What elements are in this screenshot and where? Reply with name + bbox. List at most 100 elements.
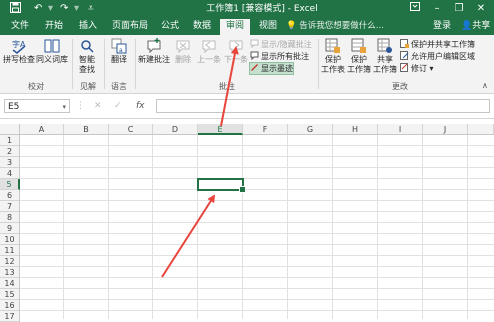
next-comment-button[interactable]: 下一条 <box>223 38 249 65</box>
row-header-8[interactable]: 8 <box>0 212 20 223</box>
show-hide-comment-label: 显示/隐藏批注 <box>261 40 312 49</box>
cancel-icon[interactable]: ✕ <box>94 99 102 113</box>
row-header-9[interactable]: 9 <box>0 223 20 234</box>
track-changes-icon <box>400 63 408 72</box>
track-changes-label: 修订 <box>411 64 427 73</box>
column-header-g[interactable]: G <box>288 124 333 135</box>
smart-lookup-label-2: 查找 <box>79 65 95 74</box>
cell-grid[interactable] <box>20 135 494 319</box>
row-header-17[interactable]: 17 <box>0 311 20 322</box>
row-header-15[interactable]: 15 <box>0 289 20 300</box>
enter-icon[interactable]: ✓ <box>114 99 122 113</box>
previous-comment-button[interactable]: 上一条 <box>196 38 222 65</box>
collapse-ribbon-icon[interactable]: ∧ <box>482 81 488 90</box>
tab-review[interactable]: 审阅 <box>220 19 250 35</box>
column-header-d[interactable]: D <box>153 124 198 135</box>
column-header-e[interactable]: E <box>198 124 243 135</box>
row-header-1[interactable]: 1 <box>0 135 20 146</box>
thesaurus-button[interactable]: 同义词库 <box>36 38 68 65</box>
smart-lookup-button[interactable]: 智能 查找 <box>75 38 99 75</box>
show-hide-comment-button[interactable]: 显示/隐藏批注 <box>250 39 312 50</box>
save-icon[interactable] <box>10 2 21 16</box>
show-ink-button[interactable]: 显示墨迹 <box>249 62 294 75</box>
tab-page-layout[interactable]: 页面布局 <box>108 18 152 35</box>
smart-lookup-label-1: 智能 <box>79 55 95 64</box>
share-workbook-label-1: 共享 <box>377 55 393 64</box>
protect-sheet-button[interactable]: 保护 工作表 <box>320 38 346 75</box>
select-all-corner[interactable] <box>0 124 20 135</box>
tab-data[interactable]: 数据 <box>188 18 216 35</box>
column-header-a[interactable]: A <box>20 124 64 135</box>
smart-lookup-icon <box>81 40 94 53</box>
share-button[interactable]: 👤共享 <box>461 18 490 35</box>
row-header-16[interactable]: 16 <box>0 300 20 311</box>
redo-icon[interactable]: ↷ <box>60 2 68 16</box>
row-header-11[interactable]: 11 <box>0 245 20 256</box>
group-label-insights: 见解 <box>80 82 96 91</box>
share-workbook-button[interactable]: 共享 工作簿 <box>372 38 398 75</box>
spell-check-button[interactable]: 字A 拼写检查 <box>3 38 35 65</box>
column-header-j[interactable]: J <box>423 124 468 135</box>
column-header-b[interactable]: B <box>64 124 109 135</box>
track-changes-button[interactable]: 修订 ▾ <box>400 63 434 74</box>
row-header-3[interactable]: 3 <box>0 157 20 168</box>
restore-icon[interactable]: ❐ <box>450 1 468 17</box>
column-header-i[interactable]: I <box>378 124 423 135</box>
row-header-2[interactable]: 2 <box>0 146 20 157</box>
group-separator <box>318 39 319 89</box>
ribbon-tab-bar: 文件 开始 插入 页面布局 公式 数据 审阅 视图 💡 告诉我您想要做什么...… <box>0 18 494 35</box>
row-header-14[interactable]: 14 <box>0 278 20 289</box>
minimize-icon[interactable]: – <box>428 1 446 17</box>
row-header-4[interactable]: 4 <box>0 168 20 179</box>
undo-icon[interactable]: ↶ <box>34 2 42 16</box>
translate-button[interactable]: a 翻译 <box>107 38 131 65</box>
column-header-c[interactable]: C <box>109 124 153 135</box>
redo-dropdown-icon[interactable]: ▾ <box>74 2 79 16</box>
more-icon: ⋮ <box>76 101 85 111</box>
formula-input[interactable] <box>156 99 490 113</box>
protect-share-label: 保护并共享工作簿 <box>411 40 475 49</box>
tab-insert[interactable]: 插入 <box>74 18 102 35</box>
comment-icon <box>250 39 259 48</box>
new-comment-button[interactable]: 新建批注 <box>137 38 171 65</box>
show-all-comments-button[interactable]: 显示所有批注 <box>250 51 309 62</box>
row-header-5[interactable]: 5 <box>0 179 20 190</box>
sign-in-link[interactable]: 登录 <box>433 18 451 35</box>
tab-file[interactable]: 文件 <box>6 18 34 35</box>
undo-dropdown-icon[interactable]: ▾ <box>48 2 53 16</box>
ribbon-review: 字A 拼写检查 同义词库 校对 智能 查找 见解 a 翻译 语言 新建批注 删除… <box>0 35 494 94</box>
ribbon-options-icon[interactable] <box>406 1 424 17</box>
row-header-6[interactable]: 6 <box>0 190 20 201</box>
worksheet-grid[interactable]: ABCDEFGHIJ 1 2 3 4 5 6 7 8 9 10 11 12 13 14 15 16 17 <box>0 124 494 322</box>
delete-comment-button[interactable]: 删除 <box>172 38 194 65</box>
chevron-down-icon[interactable]: ▾ <box>62 100 66 114</box>
row-header-13[interactable]: 13 <box>0 267 20 278</box>
show-all-comments-label: 显示所有批注 <box>261 52 309 61</box>
protect-sheet-label-1: 保护 <box>325 55 341 64</box>
share-label: 共享 <box>472 21 491 31</box>
tab-home[interactable]: 开始 <box>40 18 68 35</box>
tab-formulas[interactable]: 公式 <box>156 18 184 35</box>
protect-workbook-button[interactable]: 保护 工作簿 <box>346 38 372 75</box>
show-ink-label: 显示墨迹 <box>261 64 293 73</box>
row-header-10[interactable]: 10 <box>0 234 20 245</box>
protect-sheet-icon <box>325 38 340 53</box>
protect-share-workbook-button[interactable]: 保护并共享工作簿 <box>400 39 475 50</box>
allow-edit-ranges-button[interactable]: 允许用户编辑区域 <box>400 51 475 62</box>
close-icon[interactable]: ✕ <box>472 1 490 17</box>
active-cell[interactable] <box>197 178 246 193</box>
name-box[interactable]: E5 ▾ <box>4 99 70 113</box>
window-title: 工作簿1 [兼容模式] - Excel <box>206 4 318 14</box>
insert-function-icon[interactable]: fx <box>136 99 145 113</box>
tab-view[interactable]: 视图 <box>254 18 282 35</box>
customize-icon[interactable]: ⩡ <box>88 2 94 16</box>
next-comment-icon <box>229 40 243 54</box>
allow-edit-icon <box>400 51 409 60</box>
tell-me-search[interactable]: 💡 告诉我您想要做什么... <box>286 18 384 35</box>
column-header-f[interactable]: F <box>243 124 288 135</box>
column-header-h[interactable]: H <box>333 124 378 135</box>
protect-workbook-label-1: 保护 <box>351 55 367 64</box>
row-header-7[interactable]: 7 <box>0 201 20 212</box>
fill-handle[interactable] <box>239 186 246 193</box>
row-header-12[interactable]: 12 <box>0 256 20 267</box>
